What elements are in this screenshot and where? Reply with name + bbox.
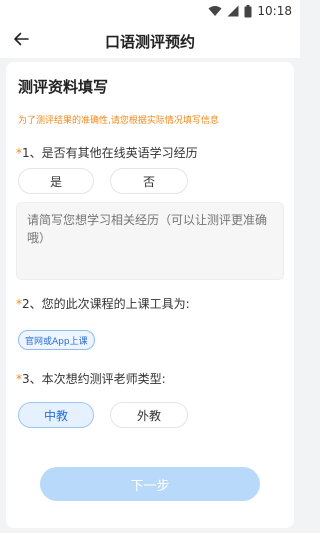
section-title: 测评资料填写 bbox=[18, 78, 109, 96]
teacher-foreign-button[interactable]: 外教 bbox=[110, 402, 188, 428]
option-no-button[interactable]: 否 bbox=[110, 168, 188, 194]
app-bar: 口语测评预约 bbox=[0, 22, 300, 58]
teacher-chinese-button[interactable]: 中教 bbox=[18, 402, 94, 428]
signal-icon bbox=[227, 5, 239, 17]
wifi-icon bbox=[208, 5, 222, 17]
accuracy-notice: 为了测评结果的准确性,请您根据实际情况填写信息 bbox=[18, 116, 219, 126]
page-title: 口语测评预约 bbox=[104, 33, 195, 51]
experience-textarea[interactable] bbox=[16, 202, 284, 280]
assessment-form-card: 测评资料填写 为了测评结果的准确性,请您根据实际情况填写信息 *1、是否有其他在… bbox=[6, 62, 294, 528]
status-bar: 10:18 bbox=[0, 0, 300, 22]
question-1-label: *1、是否有其他在线英语学习经历 bbox=[16, 144, 198, 161]
next-step-button[interactable]: 下一步 bbox=[40, 467, 260, 501]
question-3-label: *3、本次想约测评老师类型: bbox=[16, 370, 166, 387]
option-yes-button[interactable]: 是 bbox=[18, 168, 94, 194]
battery-icon bbox=[244, 4, 252, 18]
question-3-text: 3、本次想约测评老师类型: bbox=[22, 372, 166, 386]
question-1-text: 1、是否有其他在线英语学习经历 bbox=[22, 146, 198, 160]
status-icons: 10:18 bbox=[208, 3, 292, 19]
question-2-label: *2、您的此次课程的上课工具为: bbox=[16, 295, 190, 312]
question-2-text: 2、您的此次课程的上课工具为: bbox=[22, 297, 190, 311]
status-time: 10:18 bbox=[257, 4, 292, 18]
class-tool-tag[interactable]: 官网或App上课 bbox=[18, 330, 95, 350]
